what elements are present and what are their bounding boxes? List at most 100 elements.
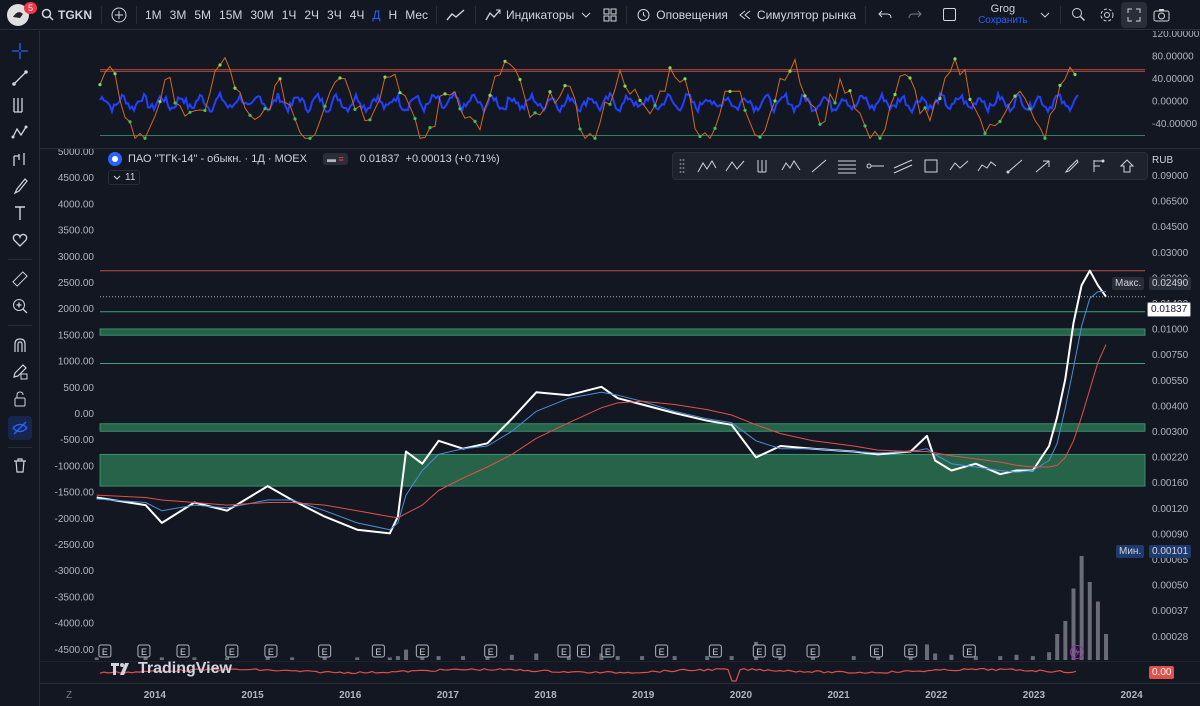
symbol-search[interactable]: TGKN [36,0,97,30]
support-zone[interactable] [99,453,1146,487]
oscillator-signal-dot [398,91,402,95]
undo-icon [878,10,892,18]
magnet-tool[interactable] [8,333,32,357]
up-arrow-button[interactable] [1113,155,1141,177]
earnings-marker-label: E [375,647,381,657]
trend-line-button[interactable] [805,155,833,177]
fullscreen-button[interactable] [1120,1,1147,28]
fullscreen-icon [1127,8,1141,21]
alerts-button[interactable]: Оповещения [631,0,733,30]
text-tool[interactable] [8,201,32,225]
support-zone[interactable] [99,328,1146,336]
pattern-icon [11,125,28,139]
path-button[interactable] [945,155,973,177]
timezone-icon[interactable]: Z [66,690,72,701]
timeframe-9[interactable]: Д [368,0,384,30]
fib-levels-button[interactable] [833,155,861,177]
compare-button[interactable] [106,0,132,30]
currency-label[interactable]: RUB [1152,155,1173,166]
left-axis-label: -500.00 [60,435,94,446]
symbol-description[interactable]: ПАО "ТГК-14" - обыкн. · 1Д · MOEX [128,153,307,165]
camera-icon [1153,8,1170,21]
layouts-button[interactable] [598,0,622,30]
xabcd-pattern-button[interactable] [693,155,721,177]
arrow-button[interactable] [1029,155,1057,177]
chart-type-button[interactable] [441,0,471,30]
timeframe-3[interactable]: 15М [215,0,246,30]
trendline-tool[interactable] [8,66,32,90]
oscillator-signal-dot [128,120,132,124]
earnings-marker-label: E [229,647,235,657]
ray-button[interactable] [1001,155,1029,177]
polyline-button[interactable] [973,155,1001,177]
brush-tool[interactable] [8,174,32,198]
replay-button[interactable]: Симулятор рынка [733,0,861,30]
rectangle-button[interactable] [917,155,945,177]
elliott-wave-button[interactable] [777,155,805,177]
settings-button[interactable] [1093,0,1121,30]
user-menu[interactable]: 5 [0,0,38,30]
left-axis-label: -2500.00 [55,540,95,551]
favorites-tool[interactable] [8,228,32,252]
hide-drawings-tool[interactable] [8,416,32,440]
oscillator-signal-dot [203,108,207,113]
volume-bar [1047,652,1052,660]
brush-icon [1064,159,1079,173]
long-position-button[interactable] [1085,155,1113,177]
timeframe-2[interactable]: 5М [190,0,215,30]
fork-button[interactable] [749,155,777,177]
zoom-in-tool[interactable] [8,294,32,318]
time-axis[interactable]: Z 2014 2015 2016 2017 2018 2019 2020 2021 2022 20… [40,683,1200,706]
right-axis-label: 0.00400 [1152,401,1189,412]
indicators-collapse-button[interactable]: 11 [108,170,141,185]
pitchfork-tool[interactable] [8,93,32,117]
oscillator-axis-label: 0.00000 [1152,97,1189,108]
earnings-marker-label: E [580,647,586,657]
brush-button[interactable] [1057,155,1085,177]
timeframe-11[interactable]: Мес [401,0,432,30]
quick-search-button[interactable] [1065,0,1093,30]
timeframe-7[interactable]: 3Ч [323,0,346,30]
timeframe-0[interactable]: 1М [141,0,166,30]
lock-tool[interactable] [8,387,32,411]
lock-drawing-mode-tool[interactable] [8,360,32,384]
save-link[interactable]: Сохранить [978,15,1028,26]
parallel-channel-button[interactable] [889,155,917,177]
abcd-pattern-button[interactable] [721,155,749,177]
timeframe-10[interactable]: Н [385,0,402,30]
indicators-icon [485,9,501,20]
divider [865,5,867,24]
horizontal-ray-button[interactable] [861,155,889,177]
volume-bar [290,657,295,660]
ruler-tool[interactable] [8,267,32,291]
chevron-down-icon [581,12,591,18]
left-axis-label: 4000.00 [58,199,95,210]
timeframe-8[interactable]: 4Ч [346,0,369,30]
undo-button[interactable] [870,0,900,30]
earnings-marker-label: E [180,647,186,657]
indicators-button[interactable]: Индикаторы [480,0,598,30]
oscillator-signal-dot [608,102,612,106]
timeframe-5[interactable]: 1Ч [278,0,301,30]
timeframe-1[interactable]: 3М [166,0,191,30]
timeframe-4[interactable]: 30М [246,0,277,30]
main-price-chart[interactable]: 5000.00 4500.00 4000.00 3500.00 3000.00 2500.… [40,149,1200,661]
crosshair-tool[interactable] [8,39,32,63]
timeframe-6[interactable]: 2Ч [300,0,323,30]
layout-save-area[interactable]: Grog Сохранить [972,3,1034,26]
snapshot-button[interactable] [1147,0,1177,30]
redo-button[interactable] [900,0,930,30]
delete-drawings-tool[interactable] [8,453,32,477]
drag-handle[interactable] [679,158,689,174]
layout-select-checkbox[interactable] [934,0,964,30]
support-zone[interactable] [99,423,1146,432]
fib-icon [838,160,856,174]
volume-bar [461,656,466,660]
projection-tool[interactable] [8,147,32,171]
layout-menu-button[interactable] [1034,0,1056,30]
replay-label: Симулятор рынка [756,7,857,22]
pattern-tool[interactable] [8,120,32,144]
news-flash-marker[interactable] [1070,645,1084,659]
lock-icon [14,391,26,407]
projection-icon [13,153,25,166]
